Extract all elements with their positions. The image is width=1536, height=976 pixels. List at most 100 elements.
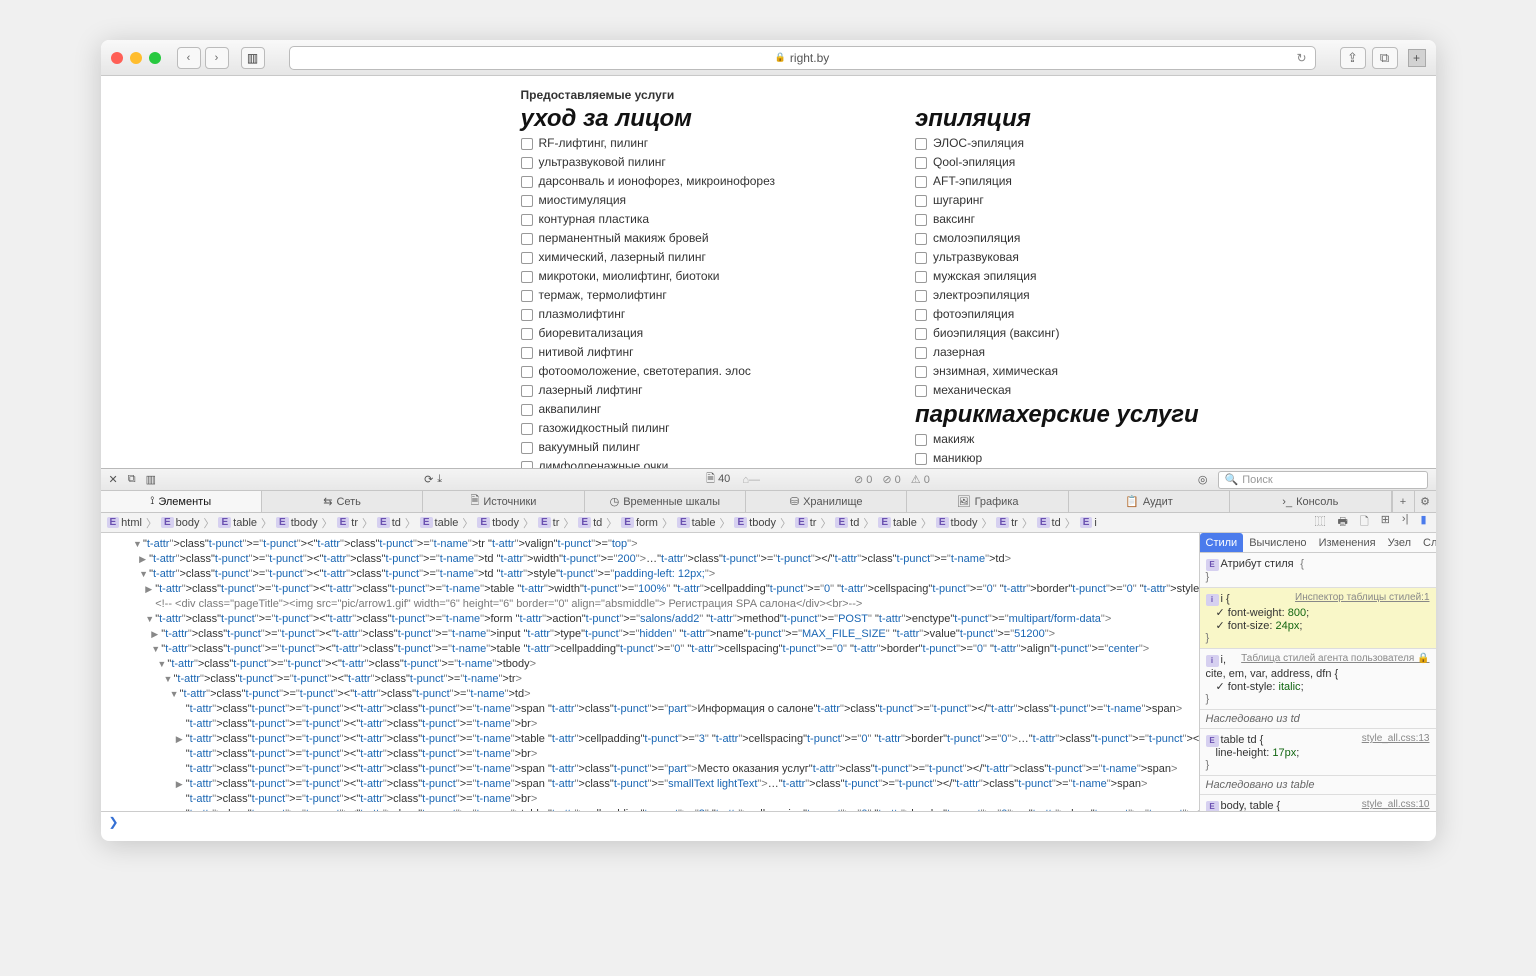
- checkbox[interactable]: [915, 138, 927, 150]
- chevron-right-icon[interactable]: ›|: [1399, 513, 1412, 533]
- tab-console[interactable]: ›_Консоль: [1230, 491, 1391, 512]
- css-rule[interactable]: Таблица стилей агента пользователя 🔒ii, …: [1200, 649, 1436, 710]
- checkbox[interactable]: [521, 309, 533, 321]
- panel-toggle-icon[interactable]: ⿲: [1311, 513, 1328, 533]
- reload-devtools-icon[interactable]: ⟳: [424, 473, 433, 486]
- dock-icon[interactable]: ▥: [146, 473, 156, 486]
- checkbox[interactable]: [521, 233, 533, 245]
- styles-tab-node[interactable]: Узел: [1382, 533, 1417, 552]
- checkbox[interactable]: [915, 434, 927, 446]
- close-window-dot[interactable]: [111, 52, 123, 64]
- tab-elements[interactable]: ⟟ Элементы: [101, 491, 262, 512]
- checkbox[interactable]: [915, 157, 927, 169]
- checkbox[interactable]: [915, 252, 927, 264]
- checkbox[interactable]: [915, 385, 927, 397]
- dom-node[interactable]: ▼"t-attr">class"t-punct">="t-punct"><"t-…: [109, 567, 1191, 582]
- breadcrumb-item[interactable]: Ebody: [161, 517, 200, 529]
- breadcrumb-item[interactable]: Etr: [337, 517, 358, 529]
- dom-node[interactable]: ▼"t-attr">class"t-punct">="t-punct"><"t-…: [109, 642, 1191, 657]
- breadcrumb-item[interactable]: Etable: [677, 517, 716, 529]
- dom-node[interactable]: ▶"t-attr">class"t-punct">="t-punct"><"t-…: [109, 582, 1191, 597]
- checkbox[interactable]: [521, 271, 533, 283]
- dom-node[interactable]: ▼"t-attr">class"t-punct">="t-punct"><"t-…: [109, 687, 1191, 702]
- tab-audit[interactable]: 📋Аудит: [1069, 491, 1230, 512]
- dom-node[interactable]: ▶"t-attr">class"t-punct">="t-punct"><"t-…: [109, 627, 1191, 642]
- nav-back-button[interactable]: ‹: [177, 47, 201, 69]
- styles-tab-styles[interactable]: Стили: [1200, 533, 1244, 552]
- styles-tab-computed[interactable]: Вычислено: [1243, 533, 1312, 552]
- download-icon[interactable]: ⤓: [437, 473, 442, 486]
- checkbox[interactable]: [915, 290, 927, 302]
- checkbox[interactable]: [521, 328, 533, 340]
- checkbox[interactable]: [521, 157, 533, 169]
- checkbox[interactable]: [915, 214, 927, 226]
- dom-node[interactable]: ▶"t-attr">class"t-punct">="t-punct"><"t-…: [109, 552, 1191, 567]
- minimize-window-dot[interactable]: [130, 52, 142, 64]
- checkbox[interactable]: [521, 423, 533, 435]
- breadcrumb-item[interactable]: Etbody: [477, 517, 519, 529]
- tab-graphics[interactable]: 🖼Графика: [907, 491, 1068, 512]
- close-devtools-button[interactable]: ✕: [109, 473, 118, 486]
- breadcrumb-item[interactable]: Etbody: [734, 517, 776, 529]
- breadcrumb-item[interactable]: Etd: [835, 517, 859, 529]
- tab-network[interactable]: ⇆Сеть: [262, 491, 423, 512]
- dom-node[interactable]: "t-attr">class"t-punct">="t-punct"><"t-a…: [109, 762, 1191, 777]
- nav-forward-button[interactable]: ›: [205, 47, 229, 69]
- dom-tree-panel[interactable]: ▼"t-attr">class"t-punct">="t-punct"><"t-…: [101, 533, 1200, 811]
- checkbox[interactable]: [521, 195, 533, 207]
- layout-icon[interactable]: ⊞: [1378, 513, 1393, 533]
- breadcrumb-item[interactable]: Ehtml: [107, 517, 142, 529]
- checkbox[interactable]: [915, 271, 927, 283]
- zoom-window-dot[interactable]: [149, 52, 161, 64]
- target-icon[interactable]: ◎: [1198, 473, 1208, 486]
- checkbox[interactable]: [915, 233, 927, 245]
- dom-node[interactable]: "t-attr">class"t-punct">="t-punct"><"t-a…: [109, 717, 1191, 732]
- tab-sources[interactable]: 🗎Источники: [423, 491, 584, 512]
- dom-node[interactable]: ▶"t-attr">class"t-punct">="t-punct"><"t-…: [109, 807, 1191, 811]
- checkbox[interactable]: [521, 347, 533, 359]
- checkbox[interactable]: [915, 347, 927, 359]
- breadcrumb-item[interactable]: Eform: [621, 517, 658, 529]
- dom-node[interactable]: <!-- <div class="pageTitle"><img src="pi…: [109, 597, 1191, 612]
- css-rule[interactable]: Инспектор таблицы стилей:1ii {✓ font-wei…: [1200, 588, 1436, 649]
- reload-icon[interactable]: ↻: [1296, 51, 1306, 65]
- dock-right-icon[interactable]: ▮: [1417, 513, 1429, 533]
- checkbox[interactable]: [521, 442, 533, 454]
- add-tab-button[interactable]: +: [1392, 491, 1414, 512]
- breadcrumb-item[interactable]: Ei: [1080, 517, 1097, 529]
- address-bar[interactable]: 🔒 right.by ↻: [289, 46, 1316, 70]
- css-rule[interactable]: style_all.css:10Ebody, table {font-size:…: [1200, 795, 1436, 811]
- dom-node[interactable]: "t-attr">class"t-punct">="t-punct"><"t-a…: [109, 702, 1191, 717]
- clipboard-icon[interactable]: 🗋: [1357, 513, 1372, 533]
- checkbox[interactable]: [915, 309, 927, 321]
- breadcrumb-item[interactable]: Etable: [878, 517, 917, 529]
- console-input[interactable]: ❯: [101, 811, 1436, 831]
- breadcrumb-item[interactable]: Etd: [377, 517, 401, 529]
- dom-node[interactable]: ▼"t-attr">class"t-punct">="t-punct"><"t-…: [109, 672, 1191, 687]
- dom-node[interactable]: ▼"t-attr">class"t-punct">="t-punct"><"t-…: [109, 657, 1191, 672]
- devtools-search-input[interactable]: 🔍 Поиск: [1218, 471, 1428, 489]
- breadcrumb-item[interactable]: Etr: [996, 517, 1017, 529]
- checkbox[interactable]: [915, 328, 927, 340]
- dom-node[interactable]: ▶"t-attr">class"t-punct">="t-punct"><"t-…: [109, 777, 1191, 792]
- new-tab-button[interactable]: +: [1408, 49, 1426, 67]
- styles-tab-layers[interactable]: Слои: [1417, 533, 1435, 552]
- checkbox[interactable]: [915, 176, 927, 188]
- checkbox[interactable]: [915, 195, 927, 207]
- breadcrumb-item[interactable]: Etd: [578, 517, 602, 529]
- dom-node[interactable]: ▼"t-attr">class"t-punct">="t-punct"><"t-…: [109, 537, 1191, 552]
- dom-node[interactable]: ▼"t-attr">class"t-punct">="t-punct"><"t-…: [109, 612, 1191, 627]
- breadcrumb-item[interactable]: Etr: [538, 517, 559, 529]
- print-icon[interactable]: 🖶: [1334, 513, 1350, 533]
- settings-gear-icon[interactable]: ⚙: [1414, 491, 1436, 512]
- checkbox[interactable]: [915, 366, 927, 378]
- breadcrumb-item[interactable]: Etbody: [936, 517, 978, 529]
- tab-storage[interactable]: ⛁Хранилище: [746, 491, 907, 512]
- tab-overview-button[interactable]: ⧉: [1372, 47, 1398, 69]
- dom-node[interactable]: "t-attr">class"t-punct">="t-punct"><"t-a…: [109, 792, 1191, 807]
- share-button[interactable]: ⇪: [1340, 47, 1366, 69]
- checkbox[interactable]: [521, 404, 533, 416]
- styles-tab-changes[interactable]: Изменения: [1313, 533, 1382, 552]
- breadcrumb-item[interactable]: Etr: [795, 517, 816, 529]
- dom-node[interactable]: ▶"t-attr">class"t-punct">="t-punct"><"t-…: [109, 732, 1191, 747]
